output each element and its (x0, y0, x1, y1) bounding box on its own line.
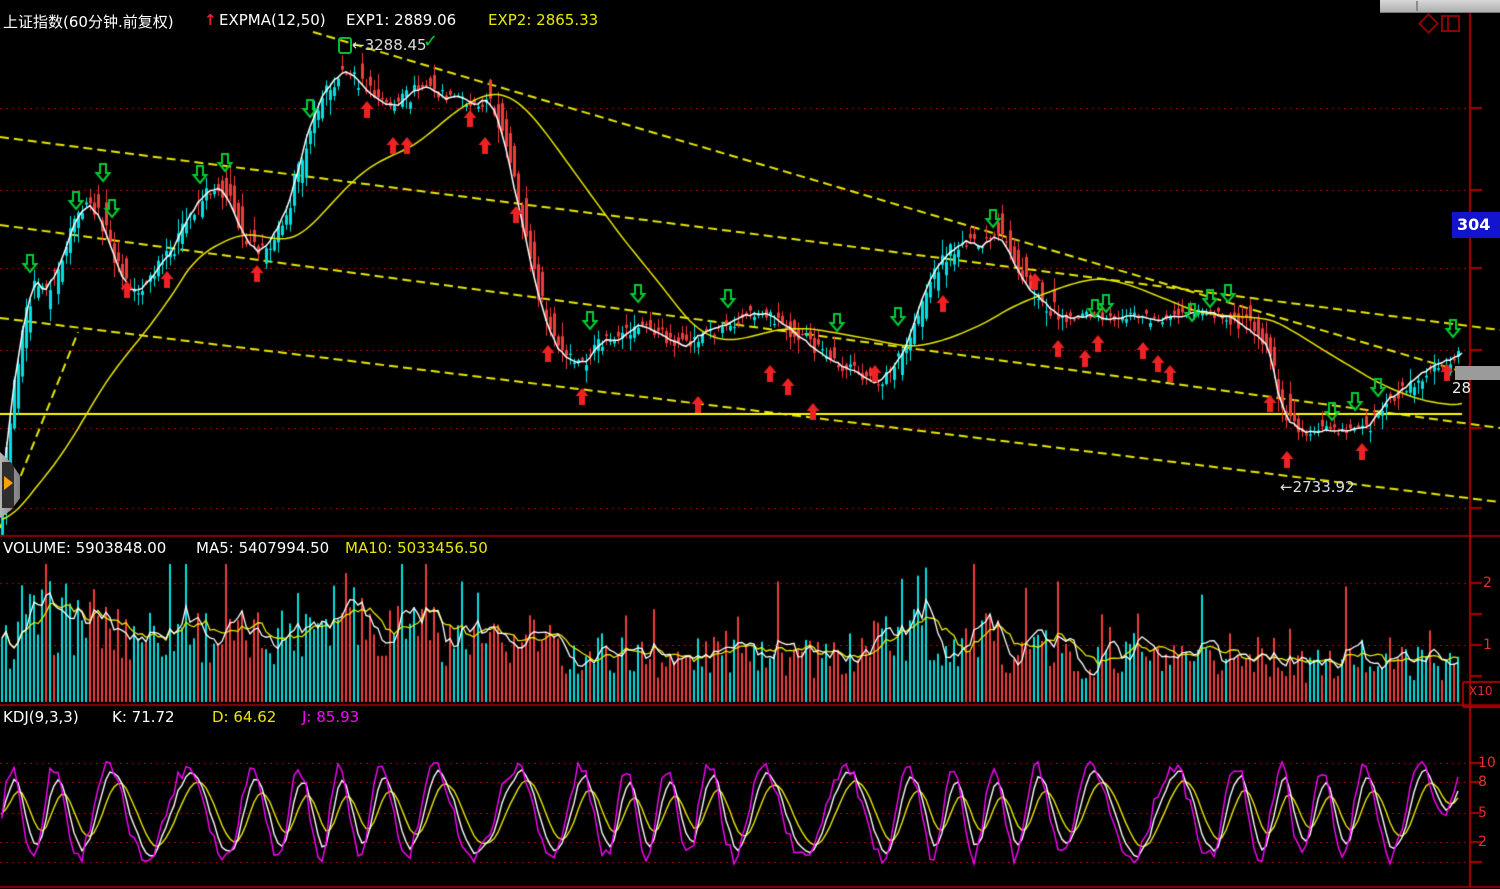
axis-label: 2 (1478, 834, 1487, 850)
main-chart-canvas[interactable] (0, 0, 1500, 889)
volume-ma10-label: MA10: 5033456.50 (345, 539, 488, 557)
volume-scale-label: X10 (1469, 684, 1493, 698)
swing-high-annotation: ←3288.45 (352, 36, 427, 54)
kdj-label[interactable]: KDJ(9,3,3) (3, 708, 79, 726)
indicator-label[interactable]: EXPMA(12,50) (219, 11, 326, 29)
axis-label: 8 (1478, 774, 1487, 790)
volume-label[interactable]: VOLUME: 5903848.00 (3, 539, 166, 557)
expand-arrow-icon (4, 476, 13, 490)
kdj-k-value: K: 71.72 (112, 708, 175, 726)
trendline-handle[interactable] (1455, 366, 1500, 380)
trading-app-window: 上证指数(60分钟.前复权) ↑ EXPMA(12,50) EXP1: 2889… (0, 0, 1500, 889)
up-arrow-icon: ↑ (204, 11, 217, 29)
axis-label: 10 (1478, 755, 1496, 771)
volume-ma5-label: MA5: 5407994.50 (196, 539, 329, 557)
check-icon: ✓ (423, 31, 438, 52)
axis-label: 2 (1483, 575, 1492, 591)
split-window-icon[interactable] (1441, 15, 1460, 32)
symbol-title[interactable]: 上证指数(60分钟.前复权) (3, 11, 174, 32)
swing-low-annotation: ←2733.92 (1280, 478, 1355, 496)
split-window-icon-bar (1447, 17, 1449, 30)
kdj-j-value: J: 85.93 (302, 708, 359, 726)
axis-label: 5 (1478, 805, 1487, 821)
exp1-value: EXP1: 2889.06 (346, 11, 456, 29)
exp2-value: EXP2: 2865.33 (488, 11, 598, 29)
axis-label: 1 (1483, 637, 1492, 653)
window-titlebar-fragment (1380, 0, 1500, 13)
last-price-label: 28 (1452, 379, 1471, 397)
kdj-d-value: D: 64.62 (212, 708, 276, 726)
titlebar-divider (1416, 1, 1418, 11)
trendline-endpoint-icon[interactable] (338, 37, 352, 54)
price-axis-badge: 304 (1452, 212, 1500, 238)
